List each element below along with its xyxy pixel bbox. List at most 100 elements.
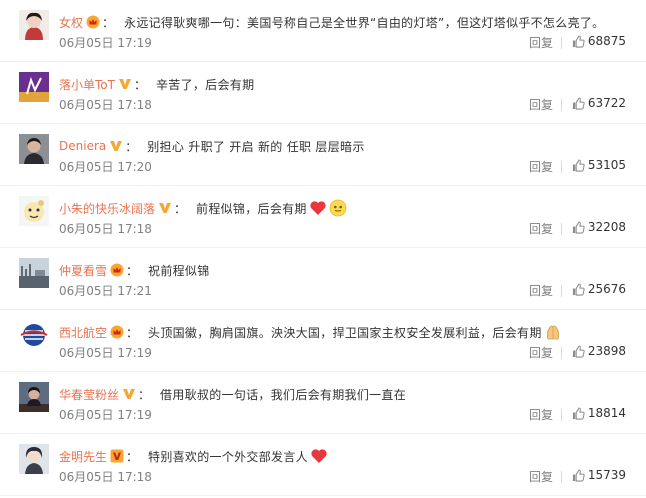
v-verified-badge-icon xyxy=(122,387,136,401)
comment-text: 借用耿叔的一句话，我们后会有期我们一直在 xyxy=(160,387,407,402)
smile-emoji-icon xyxy=(329,199,347,217)
comment-text: 特别喜欢的一个外交部发言人 xyxy=(148,449,308,464)
divider xyxy=(561,37,562,49)
divider xyxy=(561,223,562,235)
v-gold-badge-icon xyxy=(110,449,124,463)
reply-button[interactable]: 回复 xyxy=(529,282,553,299)
divider xyxy=(561,347,562,359)
username-link[interactable]: 落小单ToT xyxy=(59,76,115,93)
divider xyxy=(561,409,562,421)
comment-text: 头顶国徽，胸肩国旗。泱泱大国，捍卫国家主权安全发展利益，后会有期 xyxy=(148,325,542,340)
avatar[interactable] xyxy=(19,196,49,226)
comment-item: 小朱的快乐冰阔落 ： 前程似锦，后会有期 06月05日 17:18 回复 322… xyxy=(0,186,646,248)
separator: ： xyxy=(133,77,146,92)
avatar[interactable] xyxy=(19,444,49,474)
like-button[interactable]: 15739 xyxy=(572,468,626,482)
like-button[interactable]: 32208 xyxy=(572,220,626,234)
like-count: 68875 xyxy=(587,34,626,48)
like-button[interactable]: 18814 xyxy=(572,406,626,420)
like-button[interactable]: 53105 xyxy=(572,158,626,172)
reply-button[interactable]: 回复 xyxy=(529,406,553,423)
comment-item: 西北航空 ： 头顶国徽，胸肩国旗。泱泱大国，捍卫国家主权安全发展利益，后会有期 … xyxy=(0,310,646,372)
like-count: 25676 xyxy=(587,282,626,296)
thumbs-up-icon xyxy=(572,407,588,420)
v-verified-badge-icon xyxy=(109,139,123,153)
timestamp: 06月05日 17:20 xyxy=(59,160,152,174)
comment-item: 仲夏看雪 ： 祝前程似锦 06月05日 17:21 回复 25676 xyxy=(0,248,646,310)
comment-text: 前程似锦，后会有期 xyxy=(196,201,307,216)
separator: ： xyxy=(126,449,139,464)
timestamp: 06月05日 17:18 xyxy=(59,470,152,484)
avatar[interactable] xyxy=(19,134,49,164)
heart-emoji-icon xyxy=(310,447,328,465)
comment-item: 华春莹粉丝 ： 借用耿叔的一句话，我们后会有期我们一直在 06月05日 17:1… xyxy=(0,372,646,434)
like-count: 53105 xyxy=(587,158,626,172)
timestamp: 06月05日 17:18 xyxy=(59,222,152,236)
divider xyxy=(561,471,562,483)
crown-badge-icon xyxy=(86,15,100,29)
comment-list: 女权 ： 永远记得耿爽哪一句：美国号称自己是全世界“自由的灯塔”，但这灯塔似乎不… xyxy=(0,0,646,496)
avatar[interactable] xyxy=(19,320,49,350)
username-link[interactable]: 华春莹粉丝 xyxy=(59,386,119,403)
divider xyxy=(561,285,562,297)
reply-button[interactable]: 回复 xyxy=(529,468,553,485)
crown-badge-icon xyxy=(110,263,124,277)
avatar[interactable] xyxy=(19,258,49,288)
separator: ： xyxy=(174,201,187,216)
comment-text: 永远记得耿爽哪一句：美国号称自己是全世界“自由的灯塔”，但这灯塔似乎不怎么亮了。 xyxy=(124,15,605,30)
thumbs-up-icon xyxy=(572,159,588,172)
avatar[interactable] xyxy=(19,10,49,40)
timestamp: 06月05日 17:18 xyxy=(59,98,152,112)
v-verified-badge-icon xyxy=(118,77,132,91)
timestamp: 06月05日 17:21 xyxy=(59,284,152,298)
like-count: 63722 xyxy=(587,96,626,110)
thumbs-up-icon xyxy=(572,221,588,234)
like-button[interactable]: 25676 xyxy=(572,282,626,296)
separator: ： xyxy=(138,387,151,402)
comment-item: 落小单ToT ： 辛苦了，后会有期 06月05日 17:18 回复 63722 xyxy=(0,62,646,124)
comment-item: 金明先生 ： 特别喜欢的一个外交部发言人 06月05日 17:18 回复 157… xyxy=(0,434,646,496)
hands-emoji-icon xyxy=(544,323,562,341)
separator: ： xyxy=(125,139,138,154)
comment-text: 祝前程似锦 xyxy=(148,263,210,278)
username-link[interactable]: Deniera xyxy=(59,139,106,153)
like-button[interactable]: 68875 xyxy=(572,34,626,48)
v-verified-badge-icon xyxy=(158,201,172,215)
comment-item: Deniera ： 别担心 升职了 开启 新的 任职 层层暗示 06月05日 1… xyxy=(0,124,646,186)
reply-button[interactable]: 回复 xyxy=(529,34,553,51)
like-count: 18814 xyxy=(587,406,626,420)
thumbs-up-icon xyxy=(572,469,588,482)
thumbs-up-icon xyxy=(572,97,588,110)
like-count: 32208 xyxy=(587,220,626,234)
reply-button[interactable]: 回复 xyxy=(529,344,553,361)
thumbs-up-icon xyxy=(572,283,588,296)
username-link[interactable]: 小朱的快乐冰阔落 xyxy=(59,200,155,217)
username-link[interactable]: 仲夏看雪 xyxy=(59,262,107,279)
divider xyxy=(561,99,562,111)
comment-text: 辛苦了，后会有期 xyxy=(155,77,255,92)
reply-button[interactable]: 回复 xyxy=(529,158,553,175)
username-link[interactable]: 金明先生 xyxy=(59,448,107,465)
comment-item: 女权 ： 永远记得耿爽哪一句：美国号称自己是全世界“自由的灯塔”，但这灯塔似乎不… xyxy=(0,0,646,62)
avatar[interactable] xyxy=(19,72,49,102)
crown-badge-icon xyxy=(110,325,124,339)
separator: ： xyxy=(126,263,139,278)
username-link[interactable]: 女权 xyxy=(59,14,83,31)
username-link[interactable]: 西北航空 xyxy=(59,324,107,341)
like-count: 23898 xyxy=(587,344,626,358)
reply-button[interactable]: 回复 xyxy=(529,96,553,113)
separator: ： xyxy=(102,15,115,30)
timestamp: 06月05日 17:19 xyxy=(59,408,152,422)
thumbs-up-icon xyxy=(572,345,588,358)
like-count: 15739 xyxy=(587,468,626,482)
reply-button[interactable]: 回复 xyxy=(529,220,553,237)
heart-emoji-icon xyxy=(309,199,327,217)
like-button[interactable]: 63722 xyxy=(572,96,626,110)
timestamp: 06月05日 17:19 xyxy=(59,36,152,50)
separator: ： xyxy=(126,325,139,340)
timestamp: 06月05日 17:19 xyxy=(59,346,152,360)
like-button[interactable]: 23898 xyxy=(572,344,626,358)
comment-text: 别担心 升职了 开启 新的 任职 层层暗示 xyxy=(147,139,365,154)
avatar[interactable] xyxy=(19,382,49,412)
thumbs-up-icon xyxy=(572,35,588,48)
